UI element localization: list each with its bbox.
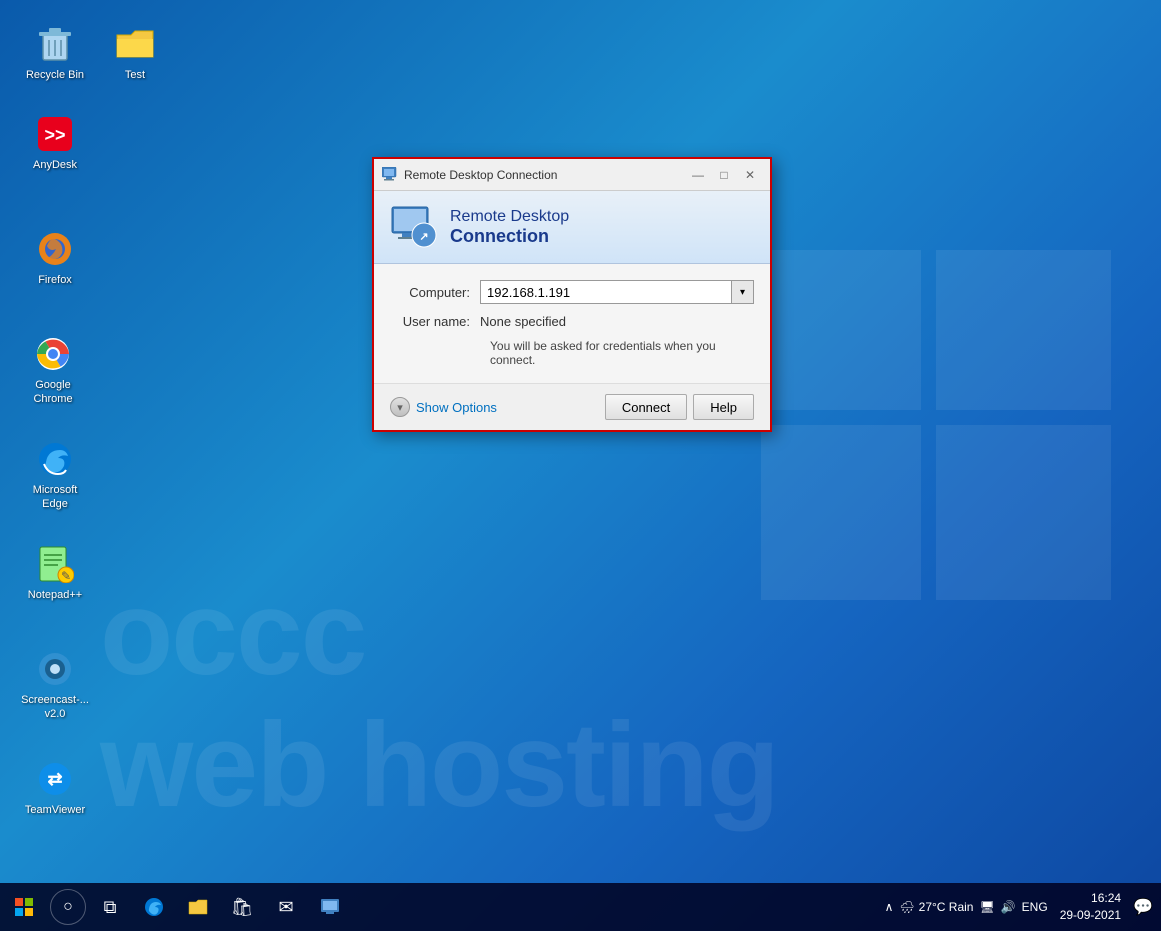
firefox-label: Firefox bbox=[38, 273, 72, 287]
taskbar-store-button[interactable]: 🛍 bbox=[220, 885, 264, 929]
notepad-plus-label: Notepad++ bbox=[28, 588, 82, 602]
task-view-button[interactable]: ⧉ bbox=[88, 885, 132, 929]
desktop: Recycle Bin Test >> AnyDesk Firefox bbox=[0, 0, 1161, 883]
anydesk-icon: >> bbox=[35, 114, 75, 154]
recycle-bin-icon bbox=[35, 24, 75, 64]
taskbar: ○ ⧉ 🛍 ✉ ∧ 🌧 27°C Rain 🖥 🔊 ENG 16:24 29-0… bbox=[0, 883, 1161, 931]
svg-text:↗: ↗ bbox=[419, 231, 428, 243]
test-folder-icon bbox=[115, 24, 155, 64]
taskbar-mail-button[interactable]: ✉ bbox=[264, 885, 308, 929]
rdp-footer: ▾ Show Options Connect Help bbox=[374, 383, 770, 430]
desktop-icon-microsoft-edge[interactable]: Microsoft Edge bbox=[15, 435, 95, 516]
google-chrome-icon bbox=[33, 334, 73, 374]
microsoft-edge-icon bbox=[35, 439, 75, 479]
desktop-icon-anydesk[interactable]: >> AnyDesk bbox=[15, 110, 95, 176]
teamviewer-icon: ⇄ bbox=[35, 759, 75, 799]
help-button[interactable]: Help bbox=[693, 394, 754, 420]
svg-text:>>: >> bbox=[44, 125, 65, 145]
taskbar-right-area: ∧ 🌧 27°C Rain 🖥 🔊 ENG 16:24 29-09-2021 💬 bbox=[885, 888, 1161, 926]
desktop-icon-test[interactable]: Test bbox=[95, 20, 175, 86]
volume-icon: 🔊 bbox=[1001, 900, 1016, 914]
rdp-info-text: You will be asked for credentials when y… bbox=[490, 339, 754, 367]
desktop-icon-teamviewer[interactable]: ⇄ TeamViewer bbox=[15, 755, 95, 821]
clock-date: 29-09-2021 bbox=[1060, 907, 1121, 924]
taskbar-weather: 🌧 27°C Rain bbox=[899, 900, 973, 914]
network-icon: 🖥 bbox=[979, 900, 994, 914]
firefox-icon bbox=[35, 229, 75, 269]
rdp-minimize-button[interactable]: — bbox=[686, 164, 710, 186]
rdp-maximize-button[interactable]: □ bbox=[712, 164, 736, 186]
computer-dropdown-button[interactable]: ▾ bbox=[732, 280, 754, 304]
svg-text:✎: ✎ bbox=[61, 569, 71, 583]
username-field-row: User name: None specified bbox=[390, 314, 754, 329]
taskbar-clock[interactable]: 16:24 29-09-2021 bbox=[1054, 888, 1127, 926]
rdp-header-title: Remote Desktop Connection bbox=[450, 207, 569, 248]
show-options-button[interactable]: ▾ Show Options bbox=[390, 397, 599, 417]
weather-text: 27°C Rain bbox=[919, 900, 974, 914]
desktop-icon-google-chrome[interactable]: Google Chrome bbox=[13, 330, 93, 411]
taskbar-rdp-button[interactable] bbox=[308, 885, 352, 929]
rdp-titlebar-text: Remote Desktop Connection bbox=[404, 168, 686, 182]
rdp-window-controls: — □ ✕ bbox=[686, 164, 762, 186]
rdp-titlebar: Remote Desktop Connection — □ ✕ bbox=[374, 159, 770, 191]
computer-label: Computer: bbox=[390, 285, 480, 300]
anydesk-label: AnyDesk bbox=[33, 158, 77, 172]
svg-text:⇄: ⇄ bbox=[47, 769, 62, 789]
taskbar-system-tray: ∧ bbox=[885, 900, 894, 914]
search-button[interactable]: ○ bbox=[50, 889, 86, 925]
username-label: User name: bbox=[390, 314, 480, 329]
rdp-header-icon: ↗ bbox=[390, 203, 438, 251]
computer-field-row: Computer: ▾ bbox=[390, 280, 754, 304]
desktop-icon-notepad-plus[interactable]: ✎ Notepad++ bbox=[15, 540, 95, 606]
username-value: None specified bbox=[480, 314, 566, 329]
start-button[interactable] bbox=[0, 883, 48, 931]
rdp-dialog: Remote Desktop Connection — □ ✕ ↗ Remote… bbox=[372, 157, 772, 432]
weather-icon: 🌧 bbox=[899, 900, 914, 914]
show-options-label: Show Options bbox=[416, 400, 497, 415]
notification-button[interactable]: 💬 bbox=[1133, 897, 1153, 917]
microsoft-edge-label: Microsoft Edge bbox=[19, 483, 91, 512]
desktop-icon-recycle-bin[interactable]: Recycle Bin bbox=[15, 20, 95, 86]
connect-button[interactable]: Connect bbox=[605, 394, 687, 420]
test-label: Test bbox=[125, 68, 145, 82]
rdp-header: ↗ Remote Desktop Connection bbox=[374, 191, 770, 264]
desktop-icon-firefox[interactable]: Firefox bbox=[15, 225, 95, 291]
desktop-icon-screencast[interactable]: Screencast-... v2.0 bbox=[15, 645, 95, 726]
taskbar-explorer-button[interactable] bbox=[176, 885, 220, 929]
google-chrome-label: Google Chrome bbox=[17, 378, 89, 407]
show-options-icon: ▾ bbox=[390, 397, 410, 417]
computer-input[interactable] bbox=[480, 280, 732, 304]
screencast-label: Screencast-... v2.0 bbox=[19, 693, 91, 722]
screencast-icon bbox=[35, 649, 75, 689]
chevron-up-icon[interactable]: ∧ bbox=[885, 900, 894, 914]
computer-input-wrap: ▾ bbox=[480, 280, 754, 304]
rdp-titlebar-icon bbox=[382, 167, 398, 183]
teamviewer-label: TeamViewer bbox=[25, 803, 85, 817]
language-indicator: ENG bbox=[1022, 900, 1048, 914]
clock-time: 16:24 bbox=[1060, 890, 1121, 907]
notepad-plus-icon: ✎ bbox=[35, 544, 75, 584]
taskbar-edge-button[interactable] bbox=[132, 885, 176, 929]
rdp-body: Computer: ▾ User name: None specified Yo… bbox=[374, 264, 770, 383]
recycle-bin-label: Recycle Bin bbox=[26, 68, 84, 82]
rdp-close-button[interactable]: ✕ bbox=[738, 164, 762, 186]
